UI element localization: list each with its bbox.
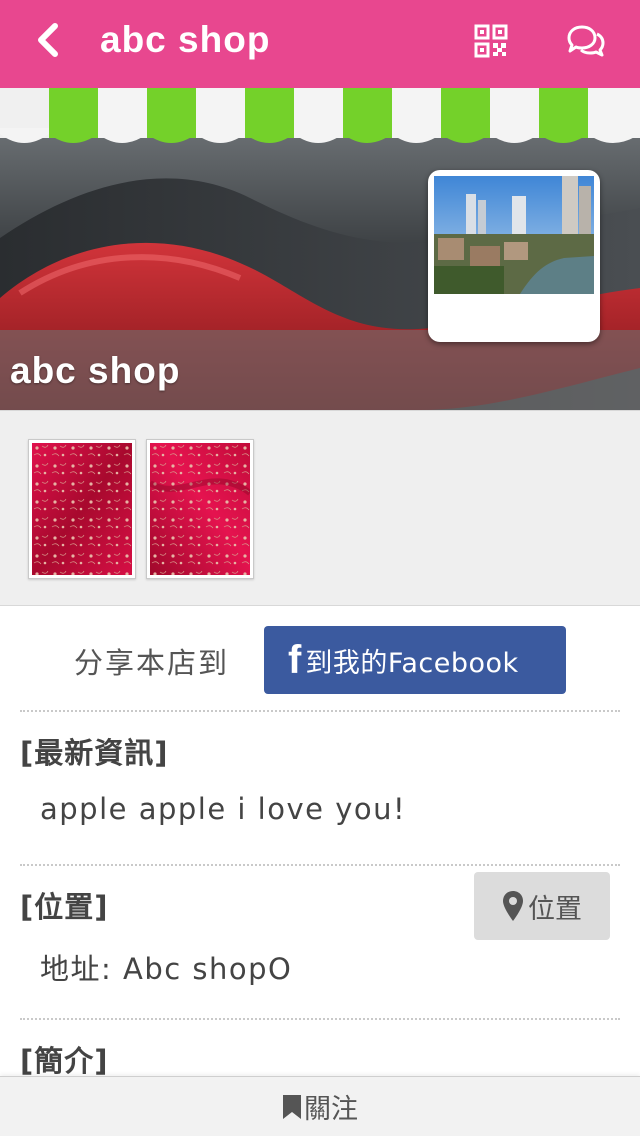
gallery-thumbnail[interactable] <box>146 439 254 579</box>
location-button-label: 位置 <box>528 893 582 925</box>
intro-section-title: [簡介] <box>20 1044 109 1078</box>
location-section-title: [位置] <box>20 890 109 924</box>
share-facebook-button[interactable]: f 到我的Facebook <box>264 626 566 694</box>
facebook-icon: f <box>288 638 302 682</box>
photo-gallery <box>0 410 640 606</box>
qr-code-button[interactable] <box>470 20 512 62</box>
fabric-photo <box>32 443 132 575</box>
divider <box>20 1018 620 1020</box>
fabric-photo <box>150 443 250 575</box>
facebook-button-label: 到我的Facebook <box>305 647 519 679</box>
shop-logo-card[interactable] <box>428 170 600 342</box>
shop-banner: abc shop <box>0 88 640 410</box>
location-button[interactable]: 位置 <box>474 872 610 940</box>
map-pin-icon <box>502 890 524 922</box>
top-bar: abc shop <box>0 0 640 88</box>
news-section-title: [最新資訊] <box>20 736 169 770</box>
gallery-thumbnail[interactable] <box>28 439 136 579</box>
share-label: 分享本店到 <box>74 646 230 680</box>
follow-label: 關注 <box>304 1094 358 1125</box>
qr-code-icon <box>474 24 508 58</box>
awning-decoration <box>0 88 640 143</box>
bookmark-icon <box>282 1094 302 1120</box>
chevron-left-icon <box>38 23 58 57</box>
back-button[interactable] <box>26 18 70 62</box>
shop-logo-image <box>434 176 594 294</box>
address-text: 地址: Abc shopO <box>40 952 293 986</box>
shop-name: abc shop <box>10 350 181 391</box>
news-body: apple apple i love you! <box>40 792 407 826</box>
chat-button[interactable] <box>560 18 610 64</box>
divider <box>20 864 620 866</box>
chat-bubbles-icon <box>567 25 605 57</box>
divider <box>20 710 620 712</box>
follow-button[interactable]: 關注 <box>0 1076 640 1136</box>
page-title: abc shop <box>100 19 271 60</box>
